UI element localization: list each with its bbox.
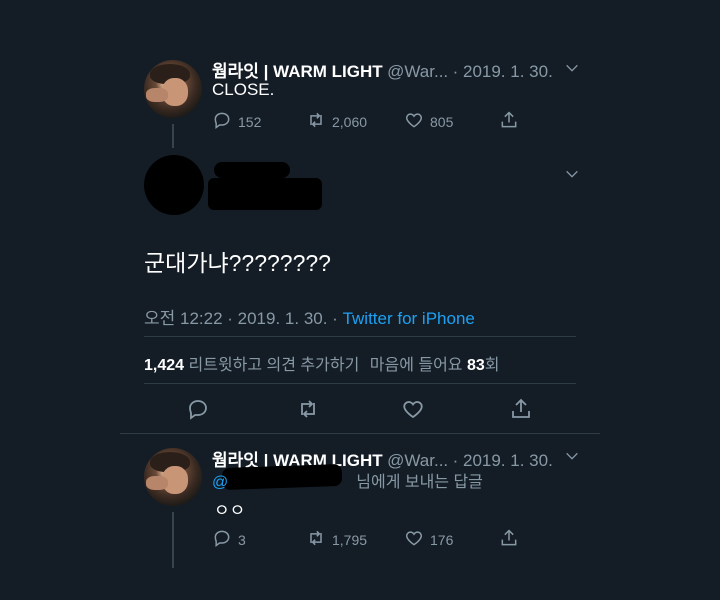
avatar[interactable] bbox=[144, 60, 202, 118]
reply-icon bbox=[186, 397, 210, 424]
censored-avatar bbox=[144, 155, 204, 215]
retweet-button[interactable] bbox=[296, 397, 320, 424]
chevron-down-icon[interactable] bbox=[564, 448, 580, 469]
reply-button[interactable] bbox=[186, 397, 210, 424]
like-button[interactable]: 176 bbox=[404, 528, 453, 551]
retweet-count: 1,795 bbox=[332, 531, 368, 548]
censored-name bbox=[214, 162, 290, 178]
like-count: 805 bbox=[430, 113, 454, 130]
retweet-count[interactable]: 1,424 bbox=[144, 357, 184, 374]
thread-line bbox=[172, 512, 174, 568]
likes-label[interactable]: 마음에 들어요 bbox=[370, 357, 463, 374]
like-icon bbox=[404, 528, 424, 551]
retweet-icon bbox=[306, 528, 326, 551]
share-button[interactable] bbox=[509, 397, 533, 424]
like-icon bbox=[401, 397, 425, 424]
retweet-button[interactable]: 2,060 bbox=[306, 110, 367, 133]
retweet-icon bbox=[306, 110, 326, 133]
reply-count: 3 bbox=[238, 531, 246, 548]
share-button[interactable] bbox=[499, 528, 519, 551]
share-button[interactable] bbox=[499, 110, 519, 133]
reply-icon bbox=[212, 528, 232, 551]
like-button[interactable] bbox=[401, 397, 425, 424]
retweet-count: 2,060 bbox=[332, 113, 368, 130]
main-tweet-meta: 오전 12:22 · 2019. 1. 30. · Twitter for iP… bbox=[144, 304, 475, 329]
like-count: 176 bbox=[430, 531, 454, 548]
reply-button[interactable]: 3 bbox=[212, 528, 246, 551]
retweet-label[interactable]: 리트윗하고 의견 추가하기 bbox=[189, 357, 360, 374]
retweet-icon bbox=[296, 397, 320, 424]
likes-count[interactable]: 83 bbox=[467, 357, 485, 374]
main-tweet-text: 군대가냐???????? bbox=[144, 250, 331, 276]
retweet-button[interactable]: 1,795 bbox=[306, 528, 367, 551]
divider bbox=[144, 383, 576, 384]
like-icon bbox=[404, 110, 424, 133]
display-name[interactable]: 웜라잇 | WARM LIGHT bbox=[212, 62, 383, 81]
reply-button[interactable]: 152 bbox=[212, 110, 261, 133]
chevron-down-icon[interactable] bbox=[564, 60, 580, 81]
tweet-text: ㅇㅇ bbox=[214, 501, 246, 520]
avatar[interactable] bbox=[144, 448, 202, 506]
censored-handle bbox=[208, 178, 322, 210]
likes-suffix: 회 bbox=[484, 357, 500, 374]
user-handle[interactable]: @War... bbox=[387, 62, 448, 81]
share-icon bbox=[499, 110, 519, 133]
like-button[interactable]: 805 bbox=[404, 110, 453, 133]
share-icon bbox=[499, 528, 519, 551]
tweet-date[interactable]: · 2019. 1. 30. bbox=[453, 62, 553, 81]
share-icon bbox=[509, 397, 533, 424]
main-tweet-timestamp[interactable]: 오전 12:22 · 2019. 1. 30. · bbox=[144, 309, 338, 328]
reply-to-text: @ 님에게 보내는 답글 bbox=[212, 474, 483, 491]
tweet-header: 웜라잇 | WARM LIGHT @War... · 2019. 1. 30. bbox=[212, 57, 553, 82]
divider bbox=[144, 336, 576, 337]
reply-icon bbox=[212, 110, 232, 133]
chevron-down-icon[interactable] bbox=[564, 166, 580, 187]
reply-count: 152 bbox=[238, 113, 262, 130]
tweet-source-link[interactable]: Twitter for iPhone bbox=[343, 309, 475, 328]
tweet-text: CLOSE. bbox=[212, 80, 275, 99]
thread-line bbox=[172, 124, 174, 148]
engagement-stats: 1,424 리트윗하고 의견 추가하기 마음에 들어요 83회 bbox=[144, 351, 500, 375]
divider bbox=[120, 433, 600, 434]
